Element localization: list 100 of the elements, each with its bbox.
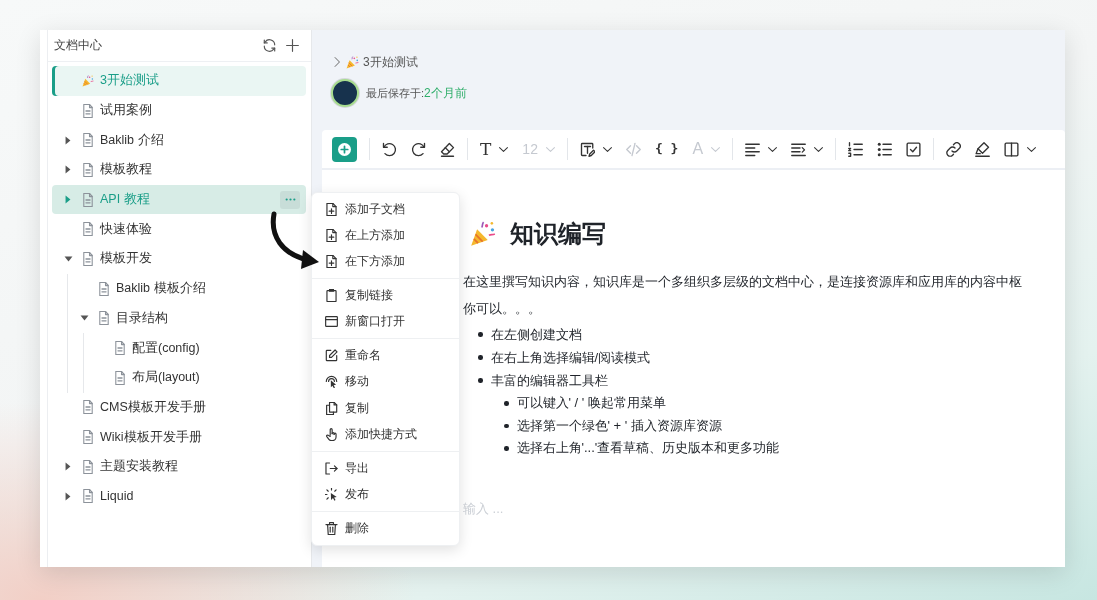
indent-icon bbox=[791, 141, 807, 157]
more-icon bbox=[284, 198, 296, 202]
clipboard-icon bbox=[325, 289, 338, 303]
ordered-list-icon bbox=[848, 141, 864, 157]
tree-item[interactable]: Wiki模板开发手册 bbox=[52, 422, 208, 452]
doc-icon bbox=[82, 251, 94, 266]
file-plus-icon bbox=[325, 202, 338, 216]
code-block-button[interactable]: { } bbox=[647, 136, 686, 162]
doc-icon bbox=[82, 103, 94, 118]
menu-item[interactable]: 新窗口打开 bbox=[312, 308, 459, 335]
caret-icon[interactable] bbox=[65, 491, 71, 501]
menu-item[interactable]: 在上方添加 bbox=[312, 222, 459, 249]
menu-item[interactable]: 导出 bbox=[312, 455, 459, 482]
caret-icon[interactable] bbox=[65, 165, 71, 175]
insert-button[interactable] bbox=[332, 136, 357, 162]
party-popper-icon bbox=[470, 221, 496, 247]
heading-button[interactable]: T bbox=[473, 136, 516, 162]
tree-item[interactable]: 快速体验 bbox=[52, 214, 158, 245]
undo-icon bbox=[382, 141, 397, 157]
menu-item[interactable]: 发布 bbox=[312, 481, 459, 508]
code-icon bbox=[625, 141, 641, 157]
menu-item[interactable]: 添加快捷方式 bbox=[312, 421, 459, 448]
bullet-list-icon bbox=[877, 141, 893, 157]
doc-icon bbox=[82, 162, 94, 177]
doc-icon bbox=[82, 489, 94, 504]
bullet-icon bbox=[478, 355, 483, 360]
sidebar-title: 文档中心 bbox=[54, 37, 103, 54]
menu-item[interactable]: 删除 bbox=[312, 515, 459, 542]
doc-icon bbox=[82, 133, 94, 148]
document-title: 知识编写 bbox=[510, 219, 606, 249]
list-item-text: 选择右上角'...'查看草稿、历史版本和更多功能 bbox=[516, 439, 780, 458]
hand-icon bbox=[325, 428, 338, 441]
trash-icon bbox=[325, 521, 338, 535]
bullet-icon bbox=[504, 401, 509, 406]
caret-icon[interactable] bbox=[65, 462, 71, 472]
doc-icon bbox=[98, 281, 110, 296]
caret-icon[interactable] bbox=[65, 135, 71, 145]
doc-icon bbox=[82, 400, 94, 415]
tree-item[interactable]: CMS模板开发手册 bbox=[52, 392, 212, 423]
caret-icon[interactable] bbox=[63, 255, 73, 262]
bullet-icon bbox=[478, 332, 483, 337]
refresh-button[interactable] bbox=[263, 39, 276, 52]
paragraph: 你可以。。。 bbox=[463, 300, 541, 318]
doc-icon bbox=[98, 311, 110, 326]
file-plus-icon bbox=[325, 228, 338, 242]
cursor-icon bbox=[325, 375, 338, 389]
list-item-text: 在右上角选择编辑/阅读模式 bbox=[490, 348, 651, 367]
list-item-text: 选择第一个绿色' + ' 插入资源库资源 bbox=[516, 416, 722, 435]
party-popper-icon bbox=[82, 73, 94, 88]
file-plus-icon bbox=[325, 255, 338, 269]
chevron-right-icon bbox=[334, 57, 340, 67]
eraser-icon bbox=[440, 141, 455, 157]
tree-item[interactable]: 试用案例 bbox=[52, 95, 158, 126]
add-button[interactable] bbox=[286, 39, 299, 52]
copy-icon bbox=[325, 401, 338, 415]
paragraph: 在这里撰写知识内容，知识库是一个多组织多层级的文档中心，是连接资源库和应用库的内容中枢 bbox=[463, 273, 1022, 291]
doc-icon bbox=[114, 341, 126, 356]
menu-item[interactable]: 移动 bbox=[312, 368, 459, 396]
doc-icon bbox=[82, 222, 94, 237]
breadcrumb-item[interactable]: 3开始测试 bbox=[363, 53, 418, 71]
tree-item[interactable]: 主题安装教程 bbox=[52, 451, 184, 482]
tree-item[interactable]: 布局(layout) bbox=[84, 362, 206, 393]
avatar bbox=[331, 79, 359, 107]
tree-item[interactable]: Liquid bbox=[52, 481, 140, 512]
columns-icon bbox=[1004, 141, 1020, 157]
checkbox-icon bbox=[906, 141, 922, 157]
list-item-text: 在左侧创建文档 bbox=[490, 325, 582, 344]
refresh-icon bbox=[263, 39, 276, 52]
save-label: 最后保存于: bbox=[366, 85, 425, 101]
tree-item[interactable]: 模板教程 bbox=[52, 155, 158, 185]
menu-item[interactable]: 在下方添加 bbox=[312, 248, 459, 275]
format-icon bbox=[579, 141, 595, 157]
click-icon bbox=[325, 488, 338, 502]
tree-item[interactable]: Baklib 介绍 bbox=[52, 125, 170, 156]
bullet-icon bbox=[504, 423, 509, 428]
list-item-text: 可以键入' / ' 唤起常用菜单 bbox=[516, 394, 666, 413]
redo-icon bbox=[411, 141, 426, 157]
menu-item[interactable]: 复制 bbox=[312, 395, 459, 422]
caret-icon[interactable] bbox=[79, 315, 89, 322]
menu-item[interactable]: 重命名 bbox=[312, 342, 459, 369]
doc-icon bbox=[114, 370, 126, 385]
party-popper-icon bbox=[346, 55, 359, 69]
tree-item[interactable]: 模板开发 bbox=[52, 244, 158, 274]
highlighter-icon bbox=[975, 141, 991, 157]
tree-item[interactable]: 配置(config) bbox=[84, 333, 206, 363]
bullet-icon bbox=[478, 378, 483, 383]
doc-icon bbox=[82, 459, 94, 474]
save-time: 2个月前 bbox=[424, 84, 467, 102]
plus-circle-icon bbox=[338, 142, 351, 156]
doc-icon bbox=[82, 430, 94, 445]
window-icon bbox=[325, 315, 338, 329]
tree-item[interactable]: 目录结构 bbox=[68, 303, 174, 334]
align-left-icon bbox=[745, 141, 761, 157]
plus-icon bbox=[286, 39, 299, 52]
edit-icon bbox=[325, 349, 338, 363]
doc-icon bbox=[82, 192, 94, 207]
link-icon bbox=[946, 141, 962, 157]
menu-item[interactable]: 复制链接 bbox=[312, 282, 459, 309]
menu-item[interactable]: 添加子文档 bbox=[312, 196, 459, 223]
tree-item[interactable]: Baklib 模板介绍 bbox=[68, 273, 212, 304]
